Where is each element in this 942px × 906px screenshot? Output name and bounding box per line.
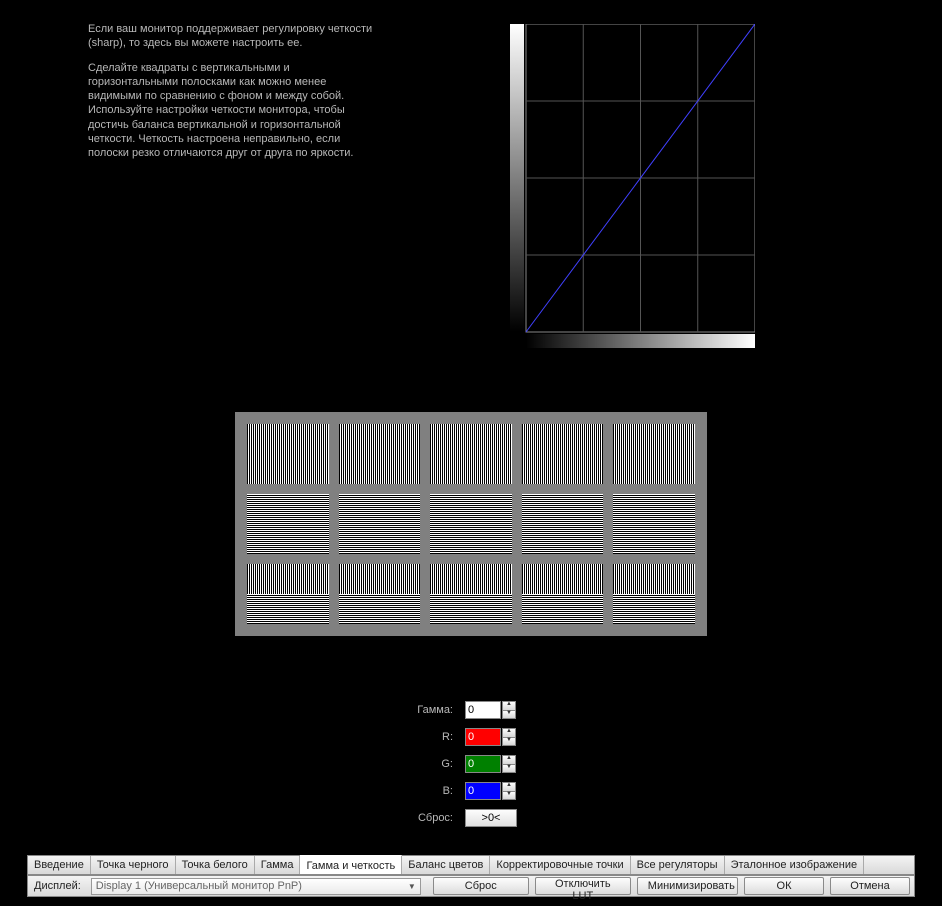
- sharpness-cell: [613, 494, 695, 554]
- reset-button[interactable]: >0<: [465, 809, 517, 827]
- gamma-input[interactable]: [465, 701, 501, 719]
- tab-bar: Введение Точка черного Точка белого Гамм…: [27, 855, 915, 875]
- r-spin-up[interactable]: ▲: [502, 728, 516, 737]
- b-label: B:: [395, 785, 465, 797]
- tab-white-point[interactable]: Точка белого: [176, 856, 255, 874]
- sharpness-cell: [430, 424, 512, 484]
- sharpness-cell: [247, 564, 329, 624]
- sharpness-test-panel: [235, 412, 707, 636]
- sharpness-cell: [522, 564, 604, 624]
- cancel-button[interactable]: Отмена: [830, 877, 910, 895]
- tab-color-balance[interactable]: Баланс цветов: [402, 856, 490, 874]
- gamma-label: Гамма:: [395, 704, 465, 716]
- display-label: Дисплей:: [32, 880, 85, 892]
- display-select-value: Display 1 (Универсальный монитор PnP): [96, 880, 302, 892]
- reset-bottom-button[interactable]: Сброс: [433, 877, 529, 895]
- r-spin-down[interactable]: ▼: [502, 737, 516, 746]
- sharpness-cell: [247, 424, 329, 484]
- sharpness-cell: [613, 564, 695, 624]
- tab-gamma-sharpness[interactable]: Гамма и четкость: [300, 855, 402, 874]
- g-spin-up[interactable]: ▲: [502, 755, 516, 764]
- g-spin-down[interactable]: ▼: [502, 764, 516, 773]
- sharpness-cell: [247, 494, 329, 554]
- reset-label: Сброс:: [395, 812, 465, 824]
- sharpness-cell: [430, 564, 512, 624]
- gamma-controls: Гамма: ▲ ▼ R: ▲ ▼ G: ▲ ▼ B:: [395, 700, 575, 835]
- b-spin-up[interactable]: ▲: [502, 782, 516, 791]
- chart-x-gradient: [526, 334, 755, 348]
- instructions-p2: Сделайте квадраты с вертикальными и гори…: [88, 61, 378, 161]
- b-spin-down[interactable]: ▼: [502, 791, 516, 800]
- ok-button[interactable]: ОК: [744, 877, 824, 895]
- r-input[interactable]: [465, 728, 501, 746]
- gamma-spin-up[interactable]: ▲: [502, 701, 516, 710]
- gamma-curve-chart: [510, 24, 755, 349]
- tab-all-regulators[interactable]: Все регуляторы: [631, 856, 725, 874]
- bottom-toolbar: Дисплей: Display 1 (Универсальный монито…: [27, 875, 915, 897]
- tab-correction-points[interactable]: Корректировочные точки: [490, 856, 630, 874]
- b-input[interactable]: [465, 782, 501, 800]
- r-label: R:: [395, 731, 465, 743]
- sharpness-cell: [522, 424, 604, 484]
- sharpness-cell: [522, 494, 604, 554]
- chart-y-gradient: [510, 24, 524, 332]
- sharpness-cell: [613, 424, 695, 484]
- tab-intro[interactable]: Введение: [28, 856, 91, 874]
- g-label: G:: [395, 758, 465, 770]
- tab-gamma[interactable]: Гамма: [255, 856, 301, 874]
- instructions-p1: Если ваш монитор поддерживает регулировк…: [88, 22, 378, 51]
- tab-black-point[interactable]: Точка черного: [91, 856, 176, 874]
- sharpness-cell: [339, 494, 421, 554]
- instructions-text: Если ваш монитор поддерживает регулировк…: [88, 22, 378, 171]
- sharpness-cell: [339, 564, 421, 624]
- display-select[interactable]: Display 1 (Универсальный монитор PnP) ▼: [91, 878, 421, 895]
- sharpness-cell: [430, 494, 512, 554]
- sharpness-cell: [339, 424, 421, 484]
- minimize-button[interactable]: Минимизировать: [637, 877, 738, 895]
- gamma-spin-down[interactable]: ▼: [502, 710, 516, 719]
- tab-reference-image[interactable]: Эталонное изображение: [725, 856, 865, 874]
- chevron-down-icon: ▼: [408, 882, 416, 891]
- disable-lut-button[interactable]: Отключить LUT: [535, 877, 631, 895]
- g-input[interactable]: [465, 755, 501, 773]
